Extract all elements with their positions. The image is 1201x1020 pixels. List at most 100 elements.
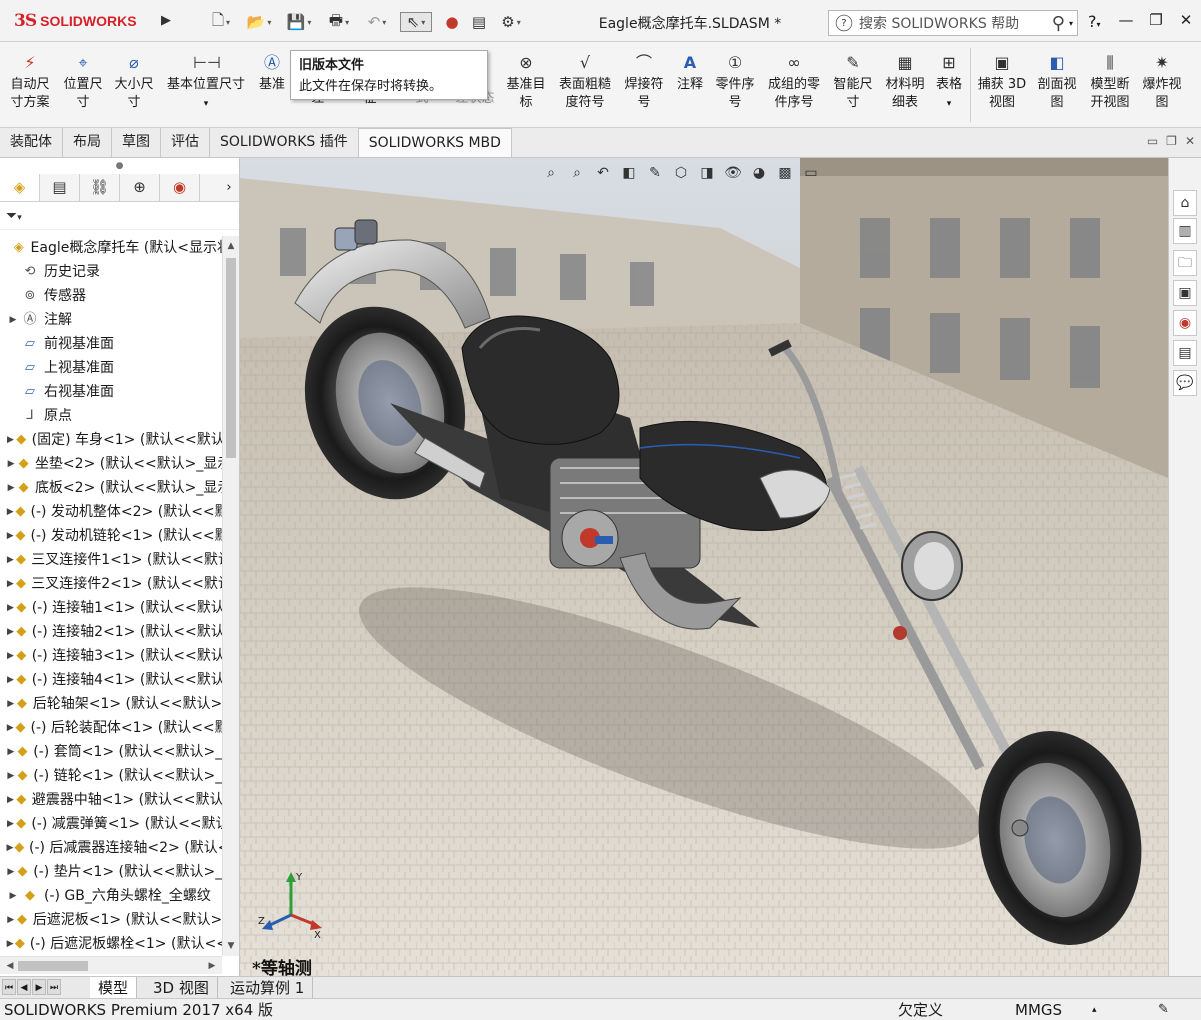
property-manager-tab-icon[interactable]: ▤ (40, 174, 80, 201)
tree-item[interactable]: ▶◆ (-) 垫片<1> (默认<<默认>_显示状态 1>) (0, 860, 222, 884)
scroll-left-icon[interactable]: ◀ (2, 958, 18, 974)
smart-dimension-button[interactable]: ✎ 智能尺寸 (828, 52, 878, 112)
expand-arrow-icon[interactable]: ▶ (6, 668, 15, 692)
location-dimension-button[interactable]: ⌖ 位置尺寸 (58, 52, 108, 112)
unit-system[interactable]: MMGS (1015, 999, 1062, 1020)
help-search-box[interactable]: ? 搜索 SOLIDWORKS 帮助 ⚲ ▾ (828, 10, 1078, 36)
tree-item[interactable]: ▶ ◆ (-) GB_六角头螺栓_全螺纹 (0, 884, 222, 908)
tree-item[interactable]: ▶◆ (-) 链轮<1> (默认<<默认>_显示状态 1>) (0, 764, 222, 788)
tree-item[interactable]: ▶◆ (-) 后减震器连接轴<2> (默认<<默认>_显示状态 1>) (0, 836, 222, 860)
menu-expand-arrow-icon[interactable]: ▶ (158, 10, 174, 32)
expand-arrow-icon[interactable]: ▶ (6, 428, 15, 452)
print-icon[interactable]: 🖶 ▾ (324, 11, 354, 32)
tree-item[interactable]: ▶◆ 后轮轴架<1> (默认<<默认>_显示状态 1>) (0, 692, 222, 716)
tree-item[interactable]: ▱ 前视基准面 (0, 332, 222, 356)
zoom-to-fit-icon[interactable]: ⌕ (540, 162, 562, 184)
display-manager-tab-icon[interactable]: ◉ (160, 174, 200, 201)
apply-scene-icon[interactable]: ▩ (774, 162, 796, 184)
display-style-icon[interactable]: ◨ (696, 162, 718, 184)
undo-icon[interactable]: ↶ ▾ (362, 12, 392, 32)
tree-item[interactable]: ▶◆ (-) 后轮装配体<1> (默认<<默认>_显示状态 1>) (0, 716, 222, 740)
help-button[interactable]: ?▾ (1088, 12, 1101, 31)
tree-item[interactable]: ▶◆ 三叉连接件1<1> (默认<<默认>_显示状态 1>) (0, 548, 222, 572)
bill-of-materials-button[interactable]: ▦ 材料明 细表 (880, 52, 930, 112)
last-tab-icon[interactable]: ⏭ (47, 979, 61, 995)
datum-button[interactable]: Ⓐ 基准 (254, 52, 290, 94)
scroll-thumb[interactable] (18, 961, 88, 971)
tab-solidworks-addins[interactable]: SOLIDWORKS 插件 (210, 128, 359, 157)
tree-item[interactable]: ▱ 右视基准面 (0, 380, 222, 404)
expand-arrow-icon[interactable]: ▶ (6, 860, 16, 884)
tree-item[interactable]: ▶◆ (-) 连接轴4<1> (默认<<默认>_显示状态 1>) (0, 668, 222, 692)
capture-3d-view-button[interactable]: ▣ 捕获 3D 视图 (974, 52, 1030, 112)
expand-arrow-icon[interactable]: ▶ (6, 812, 15, 836)
rebuild-traffic-light-icon[interactable]: ● (442, 12, 462, 32)
forum-icon[interactable]: 💬 (1173, 370, 1197, 396)
expand-arrow-icon[interactable]: ▶ (6, 644, 15, 668)
previous-view-icon[interactable]: ↶ (592, 162, 614, 184)
tree-item[interactable]: ▶◆ (-) 发动机链轮<1> (默认<<默认>_显示状态 1>) (0, 524, 222, 548)
next-tab-icon[interactable]: ▶ (32, 979, 46, 995)
expand-arrow-icon[interactable]: ▶ (6, 524, 14, 548)
close-panel-icon[interactable]: ✕ (1185, 134, 1195, 148)
scroll-down-icon[interactable]: ▼ (223, 938, 239, 954)
edit-appearance-icon[interactable]: ◕ (748, 162, 770, 184)
expand-arrow-icon[interactable]: ▶ (6, 836, 14, 860)
tree-item[interactable]: ⟲ 历史记录 (0, 260, 222, 284)
button-dropdown[interactable]: ▾ (947, 99, 952, 109)
note-button[interactable]: A 注释 (670, 52, 710, 94)
expand-arrow-icon[interactable]: ▶ (6, 764, 16, 788)
tab-evaluate[interactable]: 评估 (161, 128, 210, 157)
tab-motion-study-1[interactable]: 运动算例 1 (222, 977, 314, 999)
more-tabs-chevron-icon[interactable]: › (219, 174, 239, 201)
tree-item[interactable]: ▱ 上视基准面 (0, 356, 222, 380)
search-input[interactable]: 搜索 SOLIDWORKS 帮助 (859, 13, 1052, 33)
close-button[interactable]: ✕ (1171, 6, 1201, 34)
design-library-icon[interactable]: ▥ (1173, 218, 1197, 244)
zoom-to-area-icon[interactable]: ⌕ (566, 162, 588, 184)
tab-3d-view[interactable]: 3D 视图 (145, 977, 218, 999)
tree-item[interactable]: ▶◆ (-) 连接轴1<1> (默认<<默认>_显示状态 1>) (0, 596, 222, 620)
tree-item[interactable]: ⊚ 传感器 (0, 284, 222, 308)
minimize-button[interactable]: — (1111, 6, 1141, 34)
expand-arrow-icon[interactable]: ▶ (6, 596, 15, 620)
view-orientation-icon[interactable]: ⬡ (670, 162, 692, 184)
file-properties-icon[interactable]: ▤ (468, 12, 490, 32)
graphics-area[interactable]: ⌕ ⌕ ↶ ◧ ✎ ⬡ ◨ 👁 ◕ ▩ ▭ Y X Z *等轴测 (240, 158, 1168, 976)
configuration-manager-tab-icon[interactable]: ⛓ (80, 174, 120, 201)
file-explorer-icon[interactable]: 🗀 (1173, 250, 1197, 276)
expand-arrow-icon[interactable]: ▶ (6, 500, 14, 524)
tree-filter[interactable]: ⏷▾ (0, 202, 239, 230)
expand-arrow-icon[interactable]: ▶ (6, 740, 16, 764)
tree-item[interactable]: ▶◆ 坐垫<2> (默认<<默认>_显示状态 1>) (0, 452, 222, 476)
panel-grip-handle[interactable]: ● (0, 158, 239, 174)
scroll-up-icon[interactable]: ▲ (223, 238, 239, 254)
exploded-view-button[interactable]: ✷ 爆炸视图 (1138, 52, 1186, 112)
tree-item[interactable]: ▶◆ (-) 连接轴2<1> (默认<<默认>_显示状态 1>) (0, 620, 222, 644)
tree-horizontal-scrollbar[interactable]: ◀ ▶ (0, 956, 222, 974)
expand-arrow-icon[interactable]: ▶ (6, 572, 15, 596)
status-customize-icon[interactable]: ✎ (1158, 999, 1169, 1020)
tab-model[interactable]: 模型 (90, 977, 138, 999)
button-dropdown[interactable]: ▾ (204, 99, 209, 109)
restore-button[interactable]: ❐ (1141, 6, 1171, 34)
datum-target-button[interactable]: ⊗ 基准目标 (500, 52, 552, 112)
options-gear-icon[interactable]: ⚙ ▾ (496, 12, 526, 32)
table-button[interactable]: ⊞ 表格 ▾ (932, 52, 966, 113)
tile-icon[interactable]: ▭ (1147, 134, 1158, 148)
scroll-thumb[interactable] (226, 258, 236, 458)
balloon-button[interactable]: ① 零件序号 (710, 52, 760, 112)
tab-assembly[interactable]: 装配体 (0, 128, 63, 157)
dynamic-annotation-icon[interactable]: ✎ (644, 162, 666, 184)
search-dropdown-icon[interactable]: ▾ (1069, 19, 1073, 28)
feature-manager-tab-icon[interactable]: ◈ (0, 174, 40, 201)
tree-item[interactable]: ▶◆ 避震器中轴<1> (默认<<默认>_显示状态 1>) (0, 788, 222, 812)
tree-item[interactable]: ▶◆ (固定) 车身<1> (默认<<默认>_显示状态 1>) (0, 428, 222, 452)
search-icon[interactable]: ⚲ (1052, 13, 1065, 34)
expand-arrow-icon[interactable]: ▶ (6, 884, 20, 908)
expand-arrow-icon[interactable]: ▶ (6, 548, 15, 572)
surface-finish-button[interactable]: √ 表面粗糙 度符号 (554, 52, 616, 112)
tree-item[interactable]: ▶◆ 底板<2> (默认<<默认>_显示状态 1>) (0, 476, 222, 500)
open-document-icon[interactable]: 📂 ▾ (244, 12, 274, 32)
expand-arrow-icon[interactable]: ▶ (6, 620, 15, 644)
